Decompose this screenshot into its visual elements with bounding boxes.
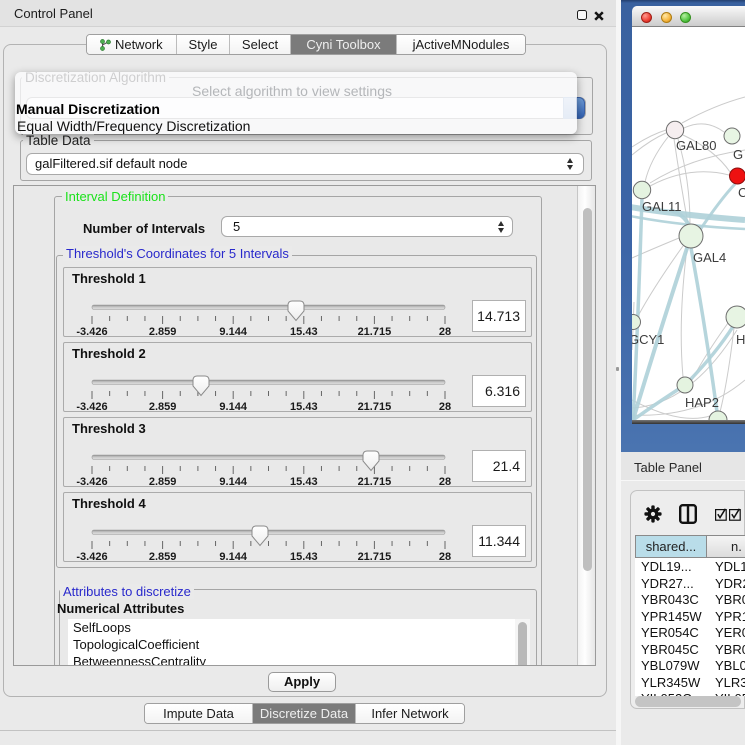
svg-text:GAL80: GAL80 — [676, 138, 716, 153]
svg-text:H: H — [736, 332, 745, 347]
svg-text:GAL4: GAL4 — [693, 250, 726, 265]
svg-text:C: C — [738, 185, 745, 200]
svg-text:G: G — [733, 147, 743, 162]
svg-text:HAP2: HAP2 — [685, 395, 719, 410]
svg-text:GCY1: GCY1 — [632, 332, 664, 347]
svg-text:GAL11: GAL11 — [642, 199, 682, 214]
